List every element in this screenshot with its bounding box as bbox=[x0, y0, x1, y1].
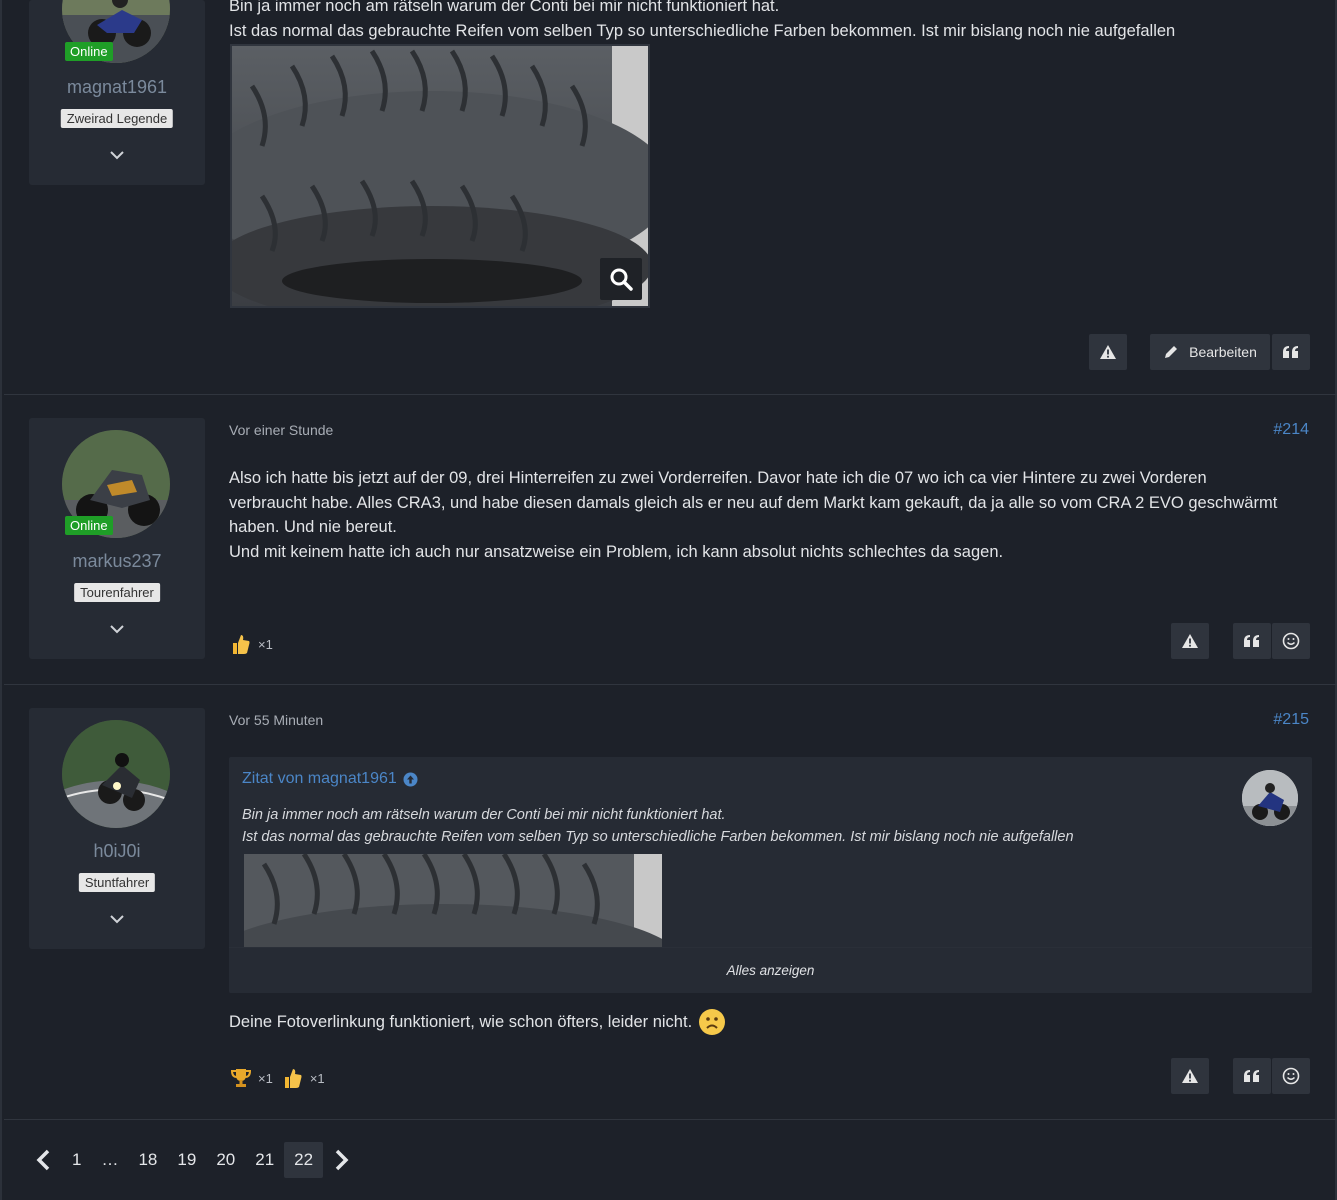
username[interactable]: magnat1961 bbox=[29, 77, 205, 98]
chevron-down-icon[interactable] bbox=[109, 914, 125, 924]
post-number-link[interactable]: #215 bbox=[1273, 711, 1309, 729]
warning-icon bbox=[1182, 1069, 1198, 1083]
user-sidebar: h0iJ0i Stuntfahrer bbox=[29, 708, 205, 949]
post-215: h0iJ0i Stuntfahrer Vor 55 Minuten #215 Z… bbox=[4, 685, 1337, 1120]
quote-icon bbox=[1283, 346, 1298, 358]
online-badge: Online bbox=[65, 42, 113, 61]
quote-button[interactable] bbox=[1272, 334, 1310, 370]
online-badge: Online bbox=[65, 516, 113, 535]
page-link-18[interactable]: 18 bbox=[128, 1142, 167, 1178]
show-all-quote-button[interactable]: Alles anzeigen bbox=[229, 947, 1312, 993]
user-rank-badge: Zweirad Legende bbox=[60, 109, 174, 128]
page-link-19[interactable]: 19 bbox=[167, 1142, 206, 1178]
username[interactable]: markus237 bbox=[29, 551, 205, 572]
reaction-summary[interactable]: ×1 bbox=[231, 633, 273, 655]
username[interactable]: h0iJ0i bbox=[29, 841, 205, 862]
post-number-link[interactable]: #214 bbox=[1273, 421, 1309, 439]
warning-icon bbox=[1182, 634, 1198, 648]
react-button[interactable] bbox=[1272, 1058, 1310, 1094]
search-icon bbox=[610, 268, 633, 291]
user-sidebar: Online magnat1961 Zweirad Legende bbox=[29, 0, 205, 185]
arrow-up-circle-icon bbox=[403, 772, 418, 786]
chevron-down-icon[interactable] bbox=[109, 624, 125, 634]
report-button[interactable] bbox=[1171, 1058, 1209, 1094]
smiley-icon bbox=[1282, 632, 1300, 650]
react-button[interactable] bbox=[1272, 623, 1310, 659]
edit-button[interactable]: Bearbeiten bbox=[1150, 334, 1270, 370]
report-button[interactable] bbox=[1171, 623, 1209, 659]
smiley-icon bbox=[1282, 1067, 1300, 1085]
quote-icon bbox=[1244, 635, 1259, 647]
page-link-21[interactable]: 21 bbox=[245, 1142, 284, 1178]
quote-icon bbox=[1244, 1070, 1259, 1082]
avatar[interactable] bbox=[62, 720, 170, 828]
chevron-down-icon[interactable] bbox=[109, 150, 125, 160]
report-button[interactable] bbox=[1089, 334, 1127, 370]
page-link-20[interactable]: 20 bbox=[206, 1142, 245, 1178]
reaction-summary[interactable]: ×1 ×1 bbox=[231, 1067, 325, 1089]
zoom-button[interactable] bbox=[600, 258, 642, 300]
user-rank-badge: Stuntfahrer bbox=[78, 873, 156, 892]
page-current[interactable]: 22 bbox=[284, 1142, 324, 1178]
quote-button[interactable] bbox=[1233, 623, 1271, 659]
thumbs-up-icon bbox=[284, 1069, 302, 1088]
page-ellipsis[interactable]: … bbox=[91, 1142, 128, 1178]
pencil-icon bbox=[1165, 346, 1178, 358]
user-rank-badge: Tourenfahrer bbox=[74, 583, 160, 602]
post-text: Deine Fotoverlinkung funktioniert, wie s… bbox=[229, 1008, 1314, 1036]
trophy-icon bbox=[231, 1069, 251, 1087]
warning-icon bbox=[1100, 345, 1116, 359]
quoted-image[interactable] bbox=[244, 854, 662, 954]
chevron-right-icon[interactable] bbox=[329, 1148, 353, 1172]
sad-emoji-icon bbox=[699, 1009, 726, 1035]
post-214: Online markus237 Tourenfahrer Vor einer … bbox=[4, 395, 1337, 685]
quote-author-link[interactable]: Zitat von magnat1961 bbox=[242, 770, 418, 788]
chevron-left-icon[interactable] bbox=[32, 1148, 56, 1172]
quote-text: Bin ja immer noch am rätseln warum der C… bbox=[242, 807, 1074, 845]
blockquote: Zitat von magnat1961 Bin ja immer noch a… bbox=[229, 757, 1312, 993]
quote-button[interactable] bbox=[1233, 1058, 1271, 1094]
thumbs-up-icon bbox=[233, 635, 250, 654]
post-time[interactable]: Vor 55 Minuten bbox=[229, 712, 323, 728]
page-link-1[interactable]: 1 bbox=[62, 1142, 91, 1178]
post-213: Online magnat1961 Zweirad Legende Bin ja… bbox=[4, 0, 1337, 395]
post-time[interactable]: Vor einer Stunde bbox=[229, 422, 333, 438]
pagination: 1 … 18 19 20 21 22 bbox=[32, 1142, 353, 1178]
quote-author-avatar[interactable] bbox=[1242, 770, 1298, 826]
post-text: Also ich hatte bis jetzt auf der 09, dre… bbox=[229, 469, 1278, 561]
user-sidebar: Online markus237 Tourenfahrer bbox=[29, 418, 205, 659]
attached-image[interactable] bbox=[230, 44, 650, 308]
post-text: Bin ja immer noch am rätseln warum der C… bbox=[229, 0, 1176, 40]
page-frame: Online magnat1961 Zweirad Legende Bin ja… bbox=[0, 0, 1337, 1200]
